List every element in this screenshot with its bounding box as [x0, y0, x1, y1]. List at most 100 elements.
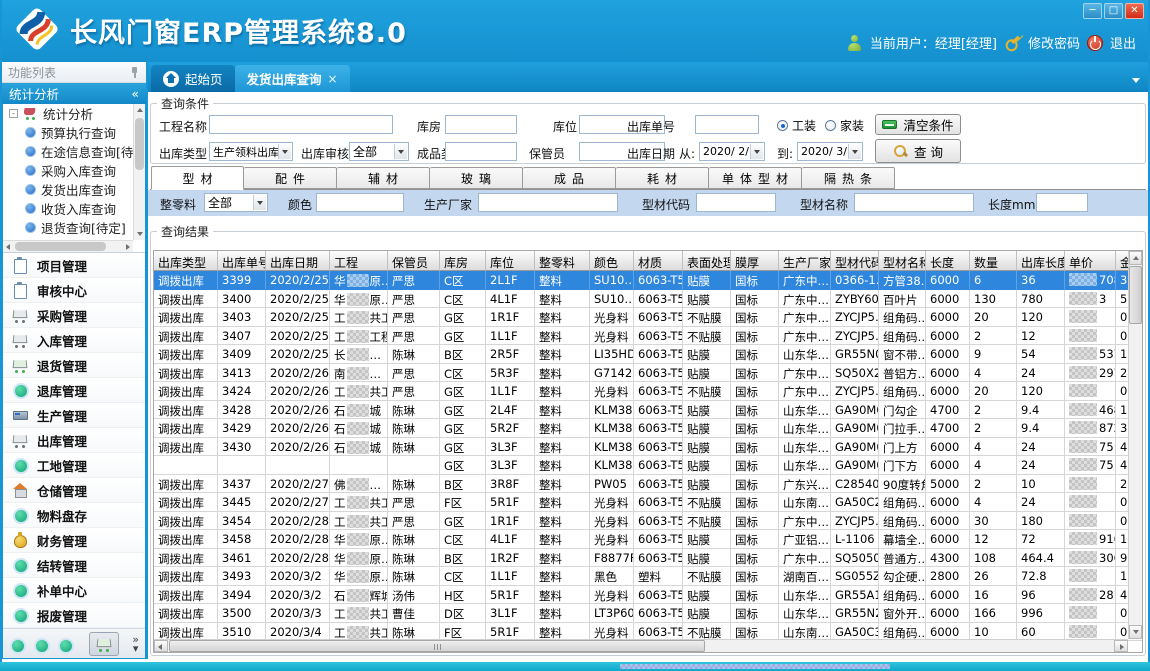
tree-item-purchase-inbound-query[interactable]: 采购入库查询: [3, 161, 133, 180]
change-password-link[interactable]: 修改密码: [1028, 33, 1080, 52]
pin-icon[interactable]: [130, 67, 140, 78]
material-tab-auxiliary[interactable]: 辅材: [337, 167, 430, 189]
close-button[interactable]: ✕: [1125, 3, 1144, 19]
tree-item-in-transit-info-query[interactable]: 在途信息查询[待: [3, 142, 133, 161]
tree-item-shipping-outbound-query[interactable]: 发货出库查询: [3, 180, 133, 199]
material-tab-profile[interactable]: 型材: [151, 166, 244, 190]
project-name-input[interactable]: [209, 115, 393, 134]
tree-vscroll-thumb[interactable]: [135, 118, 144, 170]
table-row[interactable]: 调拨出库34612020/2/28华原…陈琳B区1R2F整料F8877FT606…: [154, 549, 1143, 568]
material-tab-insulation-strip[interactable]: 隔热条: [802, 167, 895, 189]
column-header-keeper[interactable]: 保管员: [388, 251, 440, 271]
column-header-manufacturer[interactable]: 生产厂家: [779, 251, 831, 271]
tree-item-budget-execution-query[interactable]: 预算执行查询: [3, 123, 133, 142]
table-row[interactable]: 调拨出库34942020/3/2石辉城汤伟H区5R1F整料光身料6063-T5贴…: [154, 586, 1143, 605]
column-header-surface[interactable]: 表面处理: [683, 251, 731, 271]
column-header-code[interactable]: 型材代码: [831, 251, 879, 271]
profile-code-input[interactable]: [696, 193, 776, 212]
nav-cart-button[interactable]: [89, 632, 119, 656]
column-header-order_no[interactable]: 出库单号: [218, 251, 266, 271]
sidebar-item-material-inventory[interactable]: 物料盘存: [3, 503, 145, 528]
sidebar-item-project-management[interactable]: 项目管理: [3, 253, 145, 278]
product-type-input[interactable]: [445, 142, 517, 161]
radio-engineering[interactable]: 工装: [777, 117, 816, 134]
tree-hscroll-thumb[interactable]: [15, 242, 106, 251]
table-row[interactable]: 调拨出库34582020/2/28华原…陈琳C区4L1F整料光身料6063-T5…: [154, 530, 1143, 549]
scroll-down-icon[interactable]: [137, 232, 143, 236]
date-to-picker[interactable]: 2020/ 3/16: [797, 142, 863, 161]
color-input[interactable]: [316, 193, 404, 212]
sidebar-item-outbound-management[interactable]: 出库管理: [3, 428, 145, 453]
column-header-price[interactable]: 单价: [1065, 251, 1116, 271]
sidebar-item-inbound-management[interactable]: 入库管理: [3, 328, 145, 353]
nav-shortcut-icon[interactable]: [57, 637, 71, 651]
scroll-right-button[interactable]: [1114, 640, 1128, 652]
whole-piece-select[interactable]: 全部: [204, 193, 268, 212]
tree-expander-icon[interactable]: -: [9, 109, 18, 118]
sidebar-item-return-goods-management[interactable]: 退货管理: [3, 353, 145, 378]
column-header-film[interactable]: 膜厚: [731, 251, 779, 271]
column-header-warehouse[interactable]: 库房: [440, 251, 486, 271]
column-header-color[interactable]: 颜色: [590, 251, 634, 271]
column-header-qty[interactable]: 数量: [970, 251, 1017, 271]
tab-home[interactable]: 起始页: [151, 65, 235, 92]
profile-name-input[interactable]: [854, 193, 974, 212]
material-tab-glass[interactable]: 玻璃: [430, 167, 523, 189]
grid-vertical-scrollbar[interactable]: [1128, 251, 1142, 639]
table-row[interactable]: 调拨出库33992020/2/25华原…严思C区2L1F整料SU10…6063-…: [154, 271, 1143, 290]
column-header-name[interactable]: 型材名称: [879, 251, 926, 271]
table-row[interactable]: 调拨出库34072020/2/25工工程严思G区1L1F整料光身料6063-T5…: [154, 327, 1143, 346]
column-header-length[interactable]: 长度: [926, 251, 970, 271]
sidebar-item-production-management[interactable]: 生产管理: [3, 403, 145, 428]
table-row[interactable]: 调拨出库34002020/2/25华原…严思C区4L1F整料SU10…6063-…: [154, 290, 1143, 309]
scroll-down-button[interactable]: [1129, 625, 1142, 639]
table-row[interactable]: 调拨出库34932020/3/2华原…陈琳C区1L1F整料黑色塑料不贴膜国标湖南…: [154, 567, 1143, 586]
date-from-picker[interactable]: 2020/ 2/16: [699, 142, 765, 161]
scroll-up-icon[interactable]: [137, 108, 143, 112]
sidebar-item-return-warehouse-management[interactable]: 退库管理: [3, 378, 145, 403]
material-tab-single-profile[interactable]: 单体型材: [709, 167, 802, 189]
sidebar-item-warehouse-storage-management[interactable]: 仓储管理: [3, 478, 145, 503]
material-tab-consumable[interactable]: 耗材: [616, 167, 709, 189]
table-row[interactable]: 调拨出库34032020/2/25工共工程严思G区1R1F整料光身料6063-T…: [154, 308, 1143, 327]
column-header-type[interactable]: 出库类型: [154, 251, 218, 271]
grid-hscroll-thumb[interactable]: [169, 640, 705, 652]
clear-conditions-button[interactable]: 清空条件: [875, 114, 961, 135]
maximize-button[interactable]: □: [1104, 3, 1123, 19]
table-row[interactable]: 调拨出库34132020/2/26南…严思C区5R3F整料G714226063-…: [154, 364, 1143, 383]
table-row[interactable]: 调拨出库34092020/2/25长…陈琳B区2R5F整料LI35HD6063-…: [154, 345, 1143, 364]
minimize-button[interactable]: ─: [1083, 3, 1102, 19]
grid-horizontal-scrollbar[interactable]: [154, 639, 1128, 652]
grid-vscroll-thumb[interactable]: [1129, 266, 1142, 324]
sidebar-item-carryover-management[interactable]: 结转管理: [3, 553, 145, 578]
table-row[interactable]: 调拨出库34302020/2/26石城陈琳G区3L3F整料KLM38176063…: [154, 438, 1143, 457]
tree-item-return-query[interactable]: 退货查询[待定]: [3, 218, 133, 237]
column-header-date[interactable]: 出库日期: [266, 251, 330, 271]
search-button[interactable]: 查 询: [875, 139, 961, 163]
tabstrip-dropdown-icon[interactable]: [1132, 78, 1140, 83]
scroll-left-button[interactable]: [154, 640, 168, 652]
sidebar-item-audit-center[interactable]: 审核中心: [3, 278, 145, 303]
material-tab-finished-product[interactable]: 成品: [523, 167, 616, 189]
tree-horizontal-scrollbar[interactable]: [3, 240, 133, 252]
out-type-select[interactable]: 生产领料出库: [209, 142, 293, 161]
collapse-icon[interactable]: «: [131, 86, 139, 101]
scroll-up-button[interactable]: [1129, 251, 1142, 265]
tree-item-receiving-inbound-query[interactable]: 收货入库查询: [3, 199, 133, 218]
logout-link[interactable]: 退出: [1110, 33, 1136, 52]
material-tab-accessory[interactable]: 配件: [244, 167, 337, 189]
scroll-left-icon[interactable]: [6, 244, 10, 250]
order-no-input[interactable]: [695, 115, 759, 134]
nav-shortcut-icon[interactable]: [33, 637, 47, 651]
column-header-out_length[interactable]: 出库长度: [1017, 251, 1065, 271]
scroll-right-icon[interactable]: [126, 244, 130, 250]
table-row[interactable]: 调拨出库34282020/2/26石城陈琳G区2L4F整料KLM38176063…: [154, 401, 1143, 420]
radio-home-decor[interactable]: 家装: [825, 117, 864, 134]
column-header-material[interactable]: 材质: [634, 251, 683, 271]
sidebar-item-supplement-order-center[interactable]: 补单中心: [3, 578, 145, 603]
sidebar-item-site-management[interactable]: 工地管理: [3, 453, 145, 478]
column-header-whole[interactable]: 整零料: [535, 251, 590, 271]
tab-shipping-outbound-query[interactable]: 发货出库查询 ×: [235, 65, 350, 92]
sidebar-item-finance-management[interactable]: 财务管理: [3, 528, 145, 553]
nav-overflow-chevron[interactable]: »▾: [132, 635, 139, 653]
